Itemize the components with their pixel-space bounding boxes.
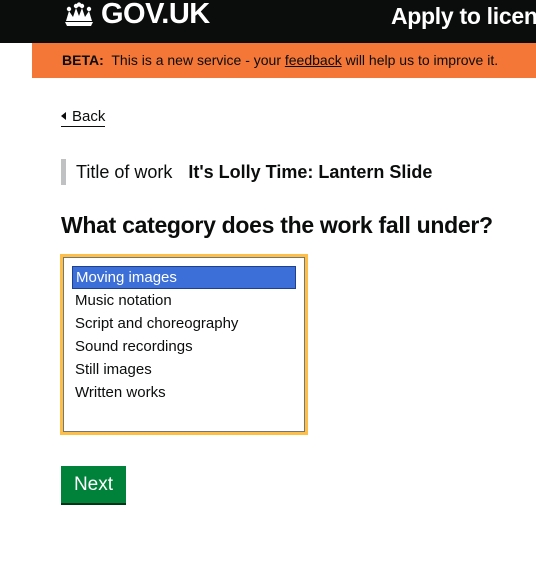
- work-title-summary: Title of work It's Lolly Time: Lantern Sl…: [61, 159, 432, 185]
- category-options-list: Moving images Music notation Script and …: [63, 257, 305, 432]
- govuk-logo[interactable]: GOV.UK: [101, 0, 210, 31]
- summary-value: It's Lolly Time: Lantern Slide: [188, 162, 433, 182]
- summary-label: Title of work: [76, 162, 173, 182]
- beta-banner-text: BETA: This is a new service - your feedb…: [62, 52, 498, 68]
- option-written-works[interactable]: Written works: [72, 381, 296, 404]
- beta-text-before: This is a new service - your: [111, 52, 281, 68]
- option-sound-recordings[interactable]: Sound recordings: [72, 335, 296, 358]
- option-still-images[interactable]: Still images: [72, 358, 296, 381]
- option-music-notation[interactable]: Music notation: [72, 289, 296, 312]
- service-name[interactable]: Apply to licen: [391, 3, 536, 30]
- back-arrow-icon: [61, 112, 66, 120]
- next-button[interactable]: Next: [61, 466, 126, 503]
- beta-tag: BETA:: [62, 52, 104, 68]
- back-link[interactable]: Back: [61, 108, 106, 127]
- page-question: What category does the work fall under?: [61, 212, 493, 238]
- crown-icon[interactable]: [62, 2, 96, 28]
- option-moving-images[interactable]: Moving images: [72, 266, 296, 289]
- option-script-and-choreography[interactable]: Script and choreography: [72, 312, 296, 335]
- beta-text-after: will help us to improve it.: [345, 52, 499, 68]
- beta-banner: BETA: This is a new service - your feedb…: [32, 43, 536, 78]
- feedback-link[interactable]: feedback: [285, 52, 342, 68]
- site-header: GOV.UK Apply to licen: [0, 0, 536, 43]
- back-link-label: Back: [72, 108, 106, 125]
- category-select[interactable]: Moving images Music notation Script and …: [60, 254, 308, 435]
